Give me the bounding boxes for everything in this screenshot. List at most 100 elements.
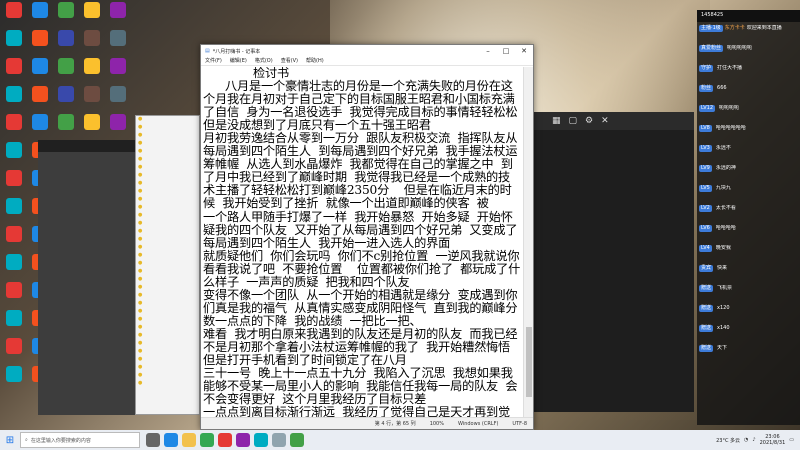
desktop-shortcut-icon[interactable] <box>54 114 78 140</box>
desktop-shortcut-icon[interactable] <box>80 58 104 84</box>
vertical-scrollbar[interactable] <box>523 67 533 419</box>
notepad-task-icon[interactable] <box>272 433 286 447</box>
desktop-shortcut-icon[interactable] <box>28 30 52 56</box>
desktop-shortcut-icon[interactable] <box>106 114 130 140</box>
contact-list-item[interactable] <box>136 212 199 220</box>
desktop-shortcut-icon[interactable] <box>54 58 78 84</box>
contact-list-item[interactable] <box>136 316 199 324</box>
desktop-shortcut-icon[interactable] <box>2 30 26 56</box>
contact-list-item[interactable] <box>136 276 199 284</box>
background-app-window[interactable] <box>38 140 138 415</box>
contact-list-item[interactable] <box>136 140 199 148</box>
task-view-icon[interactable] <box>146 433 160 447</box>
windows-start-icon[interactable]: ⊞ <box>0 430 20 450</box>
desktop-shortcut-icon[interactable] <box>2 226 26 252</box>
desktop-shortcut-icon[interactable] <box>2 366 26 392</box>
contact-list-item[interactable] <box>136 364 199 372</box>
contact-list-item[interactable] <box>136 300 199 308</box>
desktop-shortcut-icon[interactable] <box>28 2 52 28</box>
contact-list-item[interactable] <box>136 180 199 188</box>
contact-list-item[interactable] <box>136 340 199 348</box>
contact-list-item[interactable] <box>136 196 199 204</box>
contact-list-item[interactable] <box>136 372 199 380</box>
desktop-shortcut-icon[interactable] <box>80 30 104 56</box>
desktop-shortcut-icon[interactable] <box>2 2 26 28</box>
contact-list-item[interactable] <box>136 252 199 260</box>
contact-list-item[interactable] <box>136 380 199 388</box>
desktop-shortcut-icon[interactable] <box>28 58 52 84</box>
desktop-shortcut-icon[interactable] <box>2 310 26 336</box>
folder-icon[interactable] <box>182 433 196 447</box>
maximize-button[interactable]: □ <box>497 47 515 55</box>
contact-list-item[interactable] <box>136 132 199 140</box>
contact-list-item[interactable] <box>136 268 199 276</box>
desktop-shortcut-icon[interactable] <box>2 170 26 196</box>
menu-edit[interactable]: 编辑(E) <box>230 57 247 65</box>
chrome-icon[interactable] <box>200 433 214 447</box>
contact-list-item[interactable] <box>136 332 199 340</box>
contact-list-item[interactable] <box>136 220 199 228</box>
desktop-shortcut-icon[interactable] <box>28 114 52 140</box>
menu-help[interactable]: 帮助(H) <box>306 57 324 65</box>
desktop-shortcut-icon[interactable] <box>54 86 78 112</box>
chat-username[interactable]: 东方卡卡 <box>725 25 745 32</box>
menu-format[interactable]: 格式(O) <box>255 57 273 65</box>
desktop-shortcut-icon[interactable] <box>106 58 130 84</box>
contact-list-item[interactable] <box>136 348 199 356</box>
background-app-titlebar[interactable] <box>38 140 138 152</box>
contact-list-item[interactable] <box>136 324 199 332</box>
contact-list-item[interactable] <box>136 164 199 172</box>
desktop-shortcut-icon[interactable] <box>28 86 52 112</box>
app-icon[interactable] <box>218 433 232 447</box>
contact-list-item[interactable] <box>136 188 199 196</box>
contact-list-item[interactable] <box>136 116 199 124</box>
contact-list-item[interactable] <box>136 292 199 300</box>
settings-icon[interactable]: ⚙ <box>585 116 593 126</box>
contact-list-window[interactable] <box>135 115 200 415</box>
menu-file[interactable]: 文件(F) <box>205 57 222 65</box>
desktop-shortcut-icon[interactable] <box>2 142 26 168</box>
contact-list-item[interactable] <box>136 124 199 132</box>
desktop-shortcut-icon[interactable] <box>2 198 26 224</box>
dark-window-toolbar[interactable]: ▦ ▢ ⚙ ✕ <box>532 112 694 130</box>
scroll-thumb[interactable] <box>526 327 532 397</box>
contact-list-item[interactable] <box>136 228 199 236</box>
app-icon[interactable] <box>290 433 304 447</box>
edge-icon[interactable] <box>164 433 178 447</box>
contact-list-item[interactable] <box>136 284 199 292</box>
desktop-shortcut-icon[interactable] <box>2 114 26 140</box>
desktop-shortcut-icon[interactable] <box>106 30 130 56</box>
window-icon[interactable]: ▢ <box>569 116 578 126</box>
close-button[interactable]: ✕ <box>515 47 533 55</box>
app-icon[interactable] <box>254 433 268 447</box>
desktop-shortcut-icon[interactable] <box>80 114 104 140</box>
contact-list-item[interactable] <box>136 172 199 180</box>
notepad-window[interactable]: ▤ *八月打嗨书 - 记事本 – □ ✕ 文件(F) 编辑(E) 格式(O) 查… <box>200 44 534 430</box>
network-icon[interactable]: ◔ <box>744 437 748 443</box>
desktop-shortcut-icon[interactable] <box>2 338 26 364</box>
contact-list-item[interactable] <box>136 204 199 212</box>
desktop-shortcut-icon[interactable] <box>106 2 130 28</box>
contact-list-item[interactable] <box>136 236 199 244</box>
contact-list-item[interactable] <box>136 356 199 364</box>
volume-icon[interactable]: ♪ <box>752 437 755 443</box>
desktop-shortcut-icon[interactable] <box>54 2 78 28</box>
taskbar-search[interactable]: ⌕ 在这里输入你要搜索的内容 <box>20 432 140 448</box>
contact-list-item[interactable] <box>136 156 199 164</box>
contact-list-item[interactable] <box>136 244 199 252</box>
menu-view[interactable]: 查看(V) <box>281 57 298 65</box>
desktop-shortcut-icon[interactable] <box>2 282 26 308</box>
desktop-shortcut-icon[interactable] <box>80 2 104 28</box>
desktop-shortcut-icon[interactable] <box>54 30 78 56</box>
desktop-shortcut-icon[interactable] <box>2 58 26 84</box>
contact-list-item[interactable] <box>136 260 199 268</box>
app-icon[interactable] <box>236 433 250 447</box>
contact-list-item[interactable] <box>136 308 199 316</box>
grid-icon[interactable]: ▦ <box>552 116 561 126</box>
minimize-button[interactable]: – <box>479 47 497 55</box>
weather-status[interactable]: 23°C 多云 <box>716 437 740 444</box>
desktop-shortcut-icon[interactable] <box>106 86 130 112</box>
notepad-titlebar[interactable]: ▤ *八月打嗨书 - 记事本 – □ ✕ <box>201 45 533 57</box>
contact-list-item[interactable] <box>136 148 199 156</box>
dark-background-window[interactable] <box>532 112 694 412</box>
